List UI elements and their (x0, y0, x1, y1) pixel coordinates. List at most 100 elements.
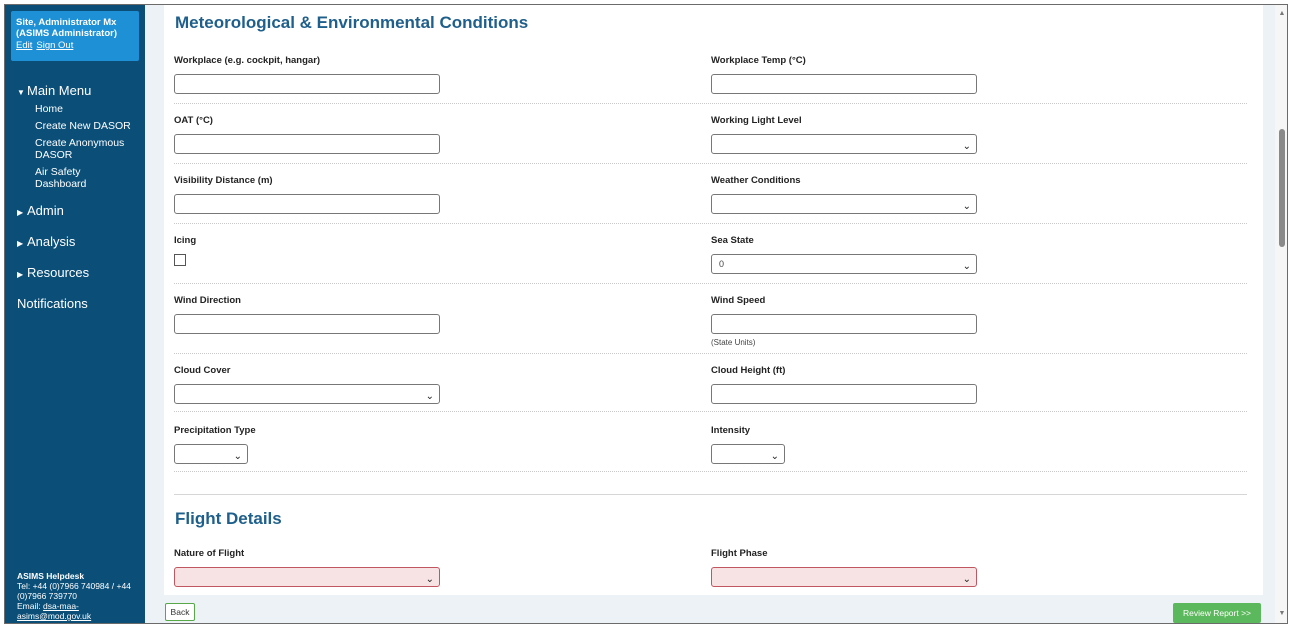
wind-speed-hint: (State Units) (711, 338, 756, 347)
main-menu-items: Home Create New DASOR Create Anonymous D… (5, 103, 145, 190)
scroll-up-arrow-icon[interactable]: ▲ (1275, 7, 1287, 21)
cloud-height-label: Cloud Height (ft) (711, 365, 786, 376)
flight-phase-select[interactable]: ⌄ (711, 567, 977, 587)
form-row: Precipitation Type ⌄ Intensity ⌄ (174, 423, 1247, 472)
intensity-select[interactable]: ⌄ (711, 444, 785, 464)
review-report-button[interactable]: Review Report >> (1173, 603, 1261, 623)
wind-direction-field: Wind Direction (174, 295, 440, 334)
main-content: Meteorological & Environmental Condition… (164, 5, 1263, 595)
helpdesk-email-label: Email: (17, 601, 43, 611)
visibility-label: Visibility Distance (m) (174, 175, 273, 186)
sea-state-label: Sea State (711, 235, 754, 246)
form-row: Icing Sea State 0 ⌄ (174, 233, 1247, 284)
workplace-temp-field: Workplace Temp (°C) (711, 55, 977, 94)
nav-item-air-safety-dashboard[interactable]: Air Safety Dashboard (35, 166, 115, 190)
workplace-label: Workplace (e.g. cockpit, hangar) (174, 55, 321, 66)
weather-field: Weather Conditions ⌄ (711, 175, 977, 214)
analysis-menu-toggle[interactable]: ▶ Analysis (5, 226, 145, 257)
visibility-input[interactable] (174, 194, 440, 214)
helpdesk-tel: Tel: +44 (0)7966 740984 / +44 (0)7966 73… (17, 581, 131, 601)
vertical-scrollbar[interactable]: ▲ ▼ (1275, 5, 1287, 623)
chevron-down-icon: ⌄ (962, 201, 971, 212)
icing-checkbox[interactable] (174, 254, 186, 266)
form-row: Visibility Distance (m) Weather Conditio… (174, 173, 1247, 224)
triangle-right-icon: ▶ (17, 270, 24, 279)
section-divider (174, 494, 1247, 495)
workplace-field: Workplace (e.g. cockpit, hangar) (174, 55, 440, 94)
wind-direction-label: Wind Direction (174, 295, 241, 306)
content-gutter-right (1263, 5, 1275, 623)
scrollbar-thumb[interactable] (1279, 129, 1285, 247)
scroll-down-arrow-icon[interactable]: ▼ (1275, 607, 1287, 621)
edit-link[interactable]: Edit (16, 40, 32, 51)
chevron-down-icon: ⌄ (770, 451, 779, 462)
precip-type-select[interactable]: ⌄ (174, 444, 248, 464)
helpdesk-title: ASIMS Helpdesk (17, 571, 85, 581)
admin-menu-toggle[interactable]: ▶ Admin (5, 195, 145, 226)
nav-item-create-anonymous-dasor[interactable]: Create Anonymous DASOR (35, 137, 131, 161)
working-light-label: Working Light Level (711, 115, 802, 126)
sidebar: Site, Administrator Mx (ASIMS Administra… (5, 5, 145, 623)
working-light-field: Working Light Level ⌄ (711, 115, 977, 154)
precip-type-field: Precipitation Type ⌄ (174, 425, 256, 464)
flight-section-title: Flight Details (175, 509, 282, 528)
helpdesk-info: ASIMS Helpdesk Tel: +44 (0)7966 740984 /… (17, 571, 139, 621)
nature-of-flight-select[interactable]: ⌄ (174, 567, 440, 587)
notifications-link[interactable]: Notifications (5, 288, 145, 319)
intensity-field: Intensity ⌄ (711, 425, 785, 464)
content-gutter-left (145, 5, 164, 623)
form-row: Workplace (e.g. cockpit, hangar) Workpla… (174, 53, 1247, 104)
working-light-select[interactable]: ⌄ (711, 134, 977, 154)
cloud-height-field: Cloud Height (ft) (711, 365, 977, 404)
flight-phase-field: Flight Phase ⌄ (711, 548, 977, 587)
user-name: Site, Administrator Mx (16, 17, 117, 28)
app-window: Site, Administrator Mx (ASIMS Administra… (4, 4, 1288, 624)
chevron-down-icon: ⌄ (962, 141, 971, 152)
chevron-down-icon: ⌄ (962, 574, 971, 585)
wind-direction-input[interactable] (174, 314, 440, 334)
form-row: Wind Direction Wind Speed (State Units) (174, 293, 1247, 354)
icing-field: Icing (174, 235, 197, 266)
wind-speed-field: Wind Speed (State Units) (711, 295, 977, 347)
cloud-cover-select[interactable]: ⌄ (174, 384, 440, 404)
triangle-right-icon: ▶ (17, 239, 24, 248)
cloud-height-input[interactable] (711, 384, 977, 404)
cloud-cover-label: Cloud Cover (174, 365, 231, 376)
icing-label: Icing (174, 235, 197, 246)
nav-item-home[interactable]: Home (35, 103, 145, 115)
chevron-down-icon: ⌄ (425, 391, 434, 402)
workplace-temp-input[interactable] (711, 74, 977, 94)
sign-out-link[interactable]: Sign Out (36, 40, 73, 51)
wind-speed-label: Wind Speed (711, 295, 766, 306)
cloud-cover-field: Cloud Cover ⌄ (174, 365, 440, 404)
weather-label: Weather Conditions (711, 175, 801, 186)
precip-type-label: Precipitation Type (174, 425, 256, 436)
workplace-input[interactable] (174, 74, 440, 94)
nav-item-create-new-dasor[interactable]: Create New DASOR (35, 120, 145, 132)
oat-label: OAT (°C) (174, 115, 213, 126)
chevron-down-icon: ⌄ (962, 261, 971, 272)
resources-menu-toggle[interactable]: ▶ Resources (5, 257, 145, 288)
weather-select[interactable]: ⌄ (711, 194, 977, 214)
oat-field: OAT (°C) (174, 115, 440, 154)
visibility-field: Visibility Distance (m) (174, 175, 440, 214)
footer-bar: Back Review Report >> (145, 595, 1275, 623)
intensity-label: Intensity (711, 425, 751, 436)
user-box: Site, Administrator Mx (ASIMS Administra… (11, 11, 139, 61)
workplace-temp-label: Workplace Temp (°C) (711, 55, 806, 66)
main-menu-toggle[interactable]: ▼ Main Menu (5, 79, 145, 103)
nav-menu: ▼ Main Menu Home Create New DASOR Create … (5, 79, 145, 319)
triangle-down-icon: ▼ (17, 88, 25, 97)
triangle-right-icon: ▶ (17, 208, 24, 217)
nature-of-flight-field: Nature of Flight ⌄ (174, 548, 440, 587)
form-row: OAT (°C) Working Light Level ⌄ (174, 113, 1247, 164)
oat-input[interactable] (174, 134, 440, 154)
chevron-down-icon: ⌄ (425, 574, 434, 585)
sea-state-select[interactable]: 0 ⌄ (711, 254, 977, 274)
sea-state-field: Sea State 0 ⌄ (711, 235, 977, 274)
back-button[interactable]: Back (165, 603, 195, 621)
met-section-title: Meteorological & Environmental Condition… (175, 13, 529, 32)
sea-state-value: 0 (719, 259, 725, 269)
wind-speed-input[interactable] (711, 314, 977, 334)
form-row: Cloud Cover ⌄ Cloud Height (ft) (174, 363, 1247, 412)
